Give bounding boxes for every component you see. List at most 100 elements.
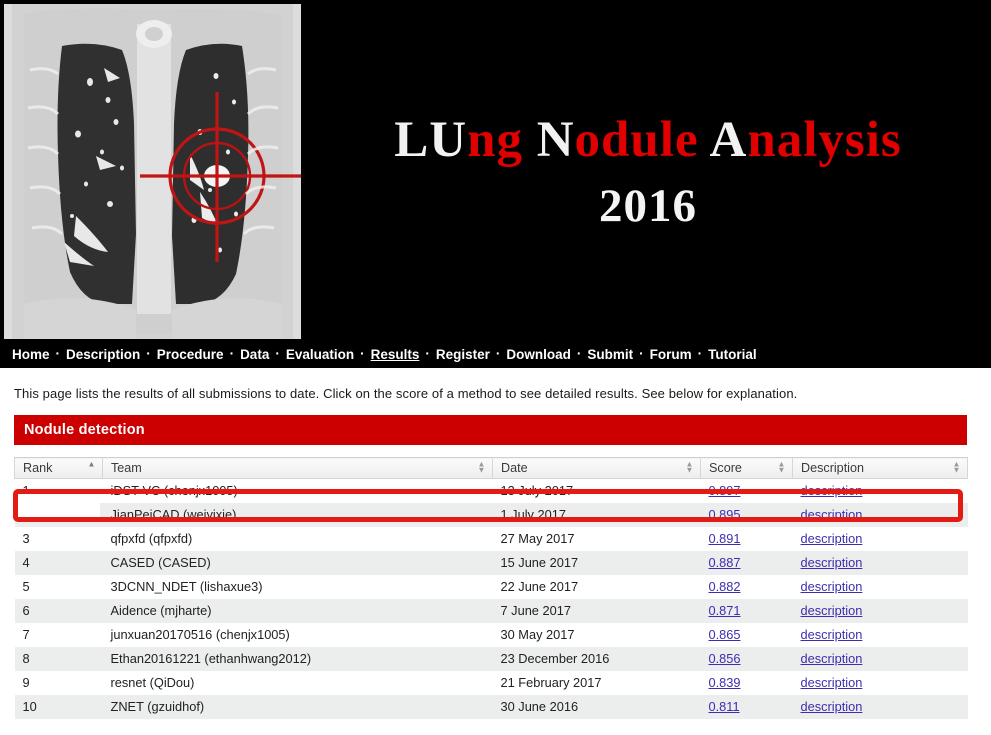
cell-team: qfpxfd (qfpxfd) (103, 527, 493, 551)
team-value: ZNET (gzuidhof) (110, 699, 205, 714)
description-link[interactable]: description (801, 483, 863, 498)
team-value: Ethan20161221 (ethanhwang2012) (110, 651, 312, 666)
nav-item-tutorial[interactable]: Tutorial (708, 347, 757, 362)
cell-date: 21 February 2017 (493, 671, 701, 695)
cell-team: iDST-VC (chenjx1005) (103, 479, 493, 503)
cell-description: description (793, 599, 968, 623)
sort-ascending-icon[interactable]: ▲▼ (87, 460, 96, 475)
sort-toggle-icon[interactable]: ▲ ▼ (777, 460, 786, 475)
score-link[interactable]: 0.895 (709, 507, 741, 522)
nav-item-results[interactable]: Results (371, 347, 420, 362)
column-header-team[interactable]: Team ▲ ▼ (102, 457, 493, 479)
team-value: CASED (CASED) (110, 555, 211, 570)
rank-value: 5 (22, 579, 30, 594)
column-header-rank[interactable]: Rank ▲▼ (14, 457, 103, 479)
nav-item-data[interactable]: Data (240, 347, 269, 362)
nav-item-forum[interactable]: Forum (650, 347, 692, 362)
cell-description: description (793, 623, 968, 647)
table-header-row: Rank ▲▼ Team ▲▼ Date ▲▼ Score ▲▼ Description ▲▼ (14, 457, 968, 479)
description-link[interactable]: description (801, 699, 863, 714)
nav-item-description[interactable]: Description (66, 347, 140, 362)
score-link[interactable]: 0.882 (709, 579, 741, 594)
rank-value: 7 (22, 627, 30, 642)
table-row: 3 qfpxfd (qfpxfd) 27 May 2017 0.891 descript… (14, 526, 968, 551)
team-value: JianPeiCAD (weiyixie) (110, 507, 237, 522)
cell-team: JianPeiCAD (weiyixie) (103, 503, 493, 527)
date-value: 23 December 2016 (500, 651, 610, 666)
date-value: 30 May 2017 (500, 627, 575, 642)
nav-separator: · (697, 346, 703, 361)
section-header-nodule-detection: Nodule detection (14, 415, 967, 445)
score-link[interactable]: 0.871 (709, 603, 741, 618)
cell-team: ZNET (gzuidhof) (103, 695, 493, 719)
table-row: 10 ZNET (gzuidhof) 30 June 2016 0.811 descri… (14, 694, 968, 719)
nav-item-download[interactable]: Download (506, 347, 571, 362)
sort-toggle-icon[interactable]: ▲ ▼ (952, 460, 961, 475)
rank-value: 4 (22, 555, 30, 570)
cell-score: 0.882 (701, 575, 793, 599)
description-link[interactable]: description (801, 531, 863, 546)
cell-team: Ethan20161221 (ethanhwang2012) (103, 647, 493, 671)
rank-value: 3 (22, 531, 30, 546)
cell-date: 23 December 2016 (493, 647, 701, 671)
title-part-0: LU (394, 111, 468, 168)
site-title-year: 2016 (599, 180, 697, 233)
description-link[interactable]: description (801, 507, 863, 522)
description-link[interactable]: description (801, 603, 863, 618)
ct-scan-image (4, 4, 301, 339)
main-navigation: Home · Description · Procedure · Data · Evaluati… (0, 341, 991, 368)
score-link[interactable]: 0.839 (709, 675, 741, 690)
cell-score: 0.895 (701, 503, 793, 527)
score-link[interactable]: 0.887 (709, 555, 741, 570)
description-link[interactable]: description (801, 555, 863, 570)
table-row: 8 Ethan20161221 (ethanhwang2012) 23 Decemb… (14, 646, 968, 671)
table-header: Rank ▲▼ Team ▲▼ Date ▲▼ Score ▲▼ Description ▲▼ (14, 457, 968, 479)
banner-title-block: LUng Nodule Analysis 2016 (305, 0, 991, 341)
nav-separator: · (146, 346, 151, 361)
nav-separator: · (360, 346, 365, 361)
column-header-label: Description (801, 461, 864, 475)
description-link[interactable]: description (801, 675, 863, 690)
sort-toggle-icon[interactable]: ▲ ▼ (685, 460, 694, 475)
description-link[interactable]: description (801, 579, 863, 594)
score-link[interactable]: 0.891 (709, 531, 741, 546)
cell-date: 30 June 2016 (493, 695, 701, 719)
nav-item-home[interactable]: Home (12, 347, 50, 362)
nav-item-submit[interactable]: Submit (587, 347, 633, 362)
team-value: Aidence (mjharte) (110, 603, 212, 618)
nav-item-procedure[interactable]: Procedure (157, 347, 224, 362)
description-link[interactable]: description (801, 651, 863, 666)
cell-description: description (793, 479, 968, 503)
title-part-3: odule (574, 111, 710, 168)
sort-toggle-icon[interactable]: ▲ ▼ (477, 460, 486, 475)
score-link[interactable]: 0.865 (709, 627, 741, 642)
site-title: LUng Nodule Analysis (394, 111, 902, 168)
cell-score: 0.897 (701, 479, 793, 503)
cell-description: description (793, 695, 968, 719)
cell-score: 0.856 (701, 647, 793, 671)
nav-separator: · (639, 346, 644, 361)
nav-item-evaluation[interactable]: Evaluation (286, 347, 354, 362)
nav-item-register[interactable]: Register (436, 347, 490, 362)
column-header-label: Date (501, 461, 528, 475)
cell-score: 0.839 (701, 671, 793, 695)
column-header-description[interactable]: Description ▲ ▼ (792, 457, 968, 479)
score-link[interactable]: 0.811 (709, 699, 740, 714)
table-row: 5 3DCNN_NDET (lishaxue3) 22 June 2017 0.882… (14, 574, 968, 599)
column-header-date[interactable]: Date ▲ ▼ (492, 457, 701, 479)
cell-description: description (793, 551, 968, 575)
nav-separator: · (495, 346, 501, 361)
column-header-score[interactable]: Score ▲ ▼ (700, 457, 793, 479)
table-row: 9 resnet (QiDou) 21 February 2017 0.839 desc… (14, 670, 968, 695)
cell-rank: 9 (15, 671, 103, 695)
cell-rank: 5 (15, 575, 103, 599)
score-link[interactable]: 0.856 (709, 651, 741, 666)
cell-description: description (793, 503, 968, 527)
page-content: This page lists the results of all submi… (0, 368, 991, 719)
title-part-4: A (709, 111, 748, 168)
cell-team: resnet (QiDou) (103, 671, 493, 695)
cell-description: description (793, 671, 968, 695)
score-link[interactable]: 0.897 (709, 483, 741, 498)
description-link[interactable]: description (801, 627, 863, 642)
column-header-label: Team (111, 461, 142, 475)
